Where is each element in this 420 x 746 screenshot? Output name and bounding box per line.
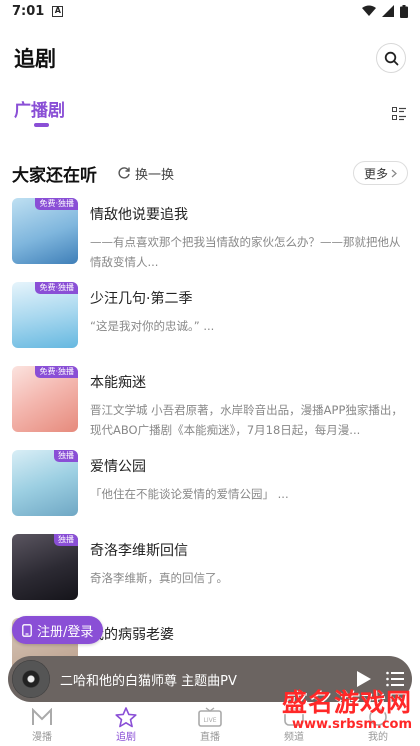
status-bar: 7:01 A: [0, 0, 420, 22]
cover-image: 免费·独播: [12, 366, 78, 432]
nav-item-drama[interactable]: 追剧: [84, 704, 168, 746]
watermark-url: www.srbsm.com: [292, 717, 412, 732]
player-title: 二哈和他的白猫师尊 主题曲PV: [60, 673, 237, 689]
item-title: 我的病弱老婆: [90, 627, 174, 643]
nav-label: 追剧: [116, 732, 136, 743]
page-title: 追剧: [14, 47, 56, 71]
nav-item-home[interactable]: 漫播: [0, 704, 84, 746]
list-view-button[interactable]: [392, 106, 406, 125]
section-header: 大家还在听 换一换 更多: [0, 158, 420, 188]
playlist-icon[interactable]: [386, 671, 404, 687]
item-title: 少汪几句·第二季: [90, 291, 193, 307]
nav-label: 漫播: [32, 732, 52, 743]
refresh-button[interactable]: 换一换: [117, 164, 174, 183]
nav-item-live[interactable]: LIVE 直播: [168, 704, 252, 746]
cover-image: 独播: [12, 534, 78, 600]
list-item[interactable]: 免费·独播 本能痴迷 晋江文学城 小吾君原著，水岸聆音出品，漫播APP独家播出，…: [0, 366, 420, 450]
badge: 免费·独播: [35, 198, 78, 210]
cover-image: 免费·独播: [12, 198, 78, 264]
home-m-icon: [32, 708, 52, 725]
list-item[interactable]: 独播 爱情公园 「他住在不能谈论爱情的爱情公园」 ...: [0, 450, 420, 534]
item-title: 情敌他说要追我: [90, 207, 188, 223]
status-icons: [362, 4, 408, 18]
more-button[interactable]: 更多: [352, 161, 408, 185]
login-button[interactable]: 注册/登录: [12, 616, 104, 644]
svg-text:LIVE: LIVE: [203, 717, 216, 724]
battery-icon: [400, 4, 408, 18]
item-title: 奇洛李维斯回信: [90, 543, 188, 559]
search-icon: [384, 51, 398, 65]
search-button[interactable]: [376, 43, 406, 73]
cover-image: 独播: [12, 450, 78, 516]
item-desc: 奇洛李维斯，真的回信了。: [90, 571, 228, 585]
item-desc: ——有点喜欢那个把我当情敌的家伙怎么办？——那就把他从情敌变情人...: [90, 235, 401, 269]
list-item[interactable]: 独播 奇洛李维斯回信 奇洛李维斯，真的回信了。: [0, 534, 420, 618]
more-label: 更多: [363, 166, 388, 181]
tab-label: 广播剧: [14, 101, 65, 121]
item-desc: 「他住在不能谈论爱情的爱情公园」 ...: [90, 487, 289, 501]
list-item[interactable]: 免费·独播 情敌他说要追我 ——有点喜欢那个把我当情敌的家伙怎么办？——那就把他…: [0, 198, 420, 282]
star-icon: [115, 706, 137, 727]
badge: 独播: [54, 534, 78, 546]
notification-icon: A: [52, 5, 64, 17]
section-title: 大家还在听: [12, 165, 97, 186]
watermark: 盛名游戏网 www.srbsm.com: [282, 688, 412, 732]
badge: 独播: [54, 450, 78, 462]
tab-radio-drama[interactable]: 广播剧: [14, 96, 65, 127]
item-title: 爱情公园: [90, 459, 146, 475]
item-desc: “这是我对你的忠诚。” ...: [90, 319, 215, 333]
play-icon[interactable]: [356, 670, 372, 688]
tab-bar: 广播剧: [0, 96, 420, 132]
badge: 免费·独播: [35, 366, 78, 378]
refresh-icon: [118, 167, 130, 179]
badge: 免费·独播: [35, 282, 78, 294]
live-icon: LIVE: [198, 707, 222, 727]
item-title: 本能痴迷: [90, 375, 146, 391]
cover-image: 免费·独播: [12, 282, 78, 348]
login-label: 注册/登录: [37, 624, 94, 640]
list-view-icon: [392, 107, 406, 121]
wifi-icon: [362, 5, 376, 16]
status-time: 7:01: [12, 3, 45, 19]
tab-underline: [34, 123, 49, 127]
signal-icon: [382, 5, 394, 17]
refresh-label: 换一换: [135, 167, 175, 183]
nav-label: 直播: [200, 732, 220, 743]
header: 追剧: [0, 36, 420, 80]
list-item[interactable]: 免费·独播 少汪几句·第二季 “这是我对你的忠诚。” ...: [0, 282, 420, 366]
watermark-text: 盛名游戏网: [281, 688, 412, 717]
phone-icon: [22, 623, 32, 637]
album-disc-icon: [12, 660, 50, 698]
item-desc: 晋江文学城 小吾君原著，水岸聆音出品，漫播APP独家播出，现代ABO广播剧《本能…: [90, 403, 403, 437]
chevron-right-icon: [391, 169, 397, 177]
